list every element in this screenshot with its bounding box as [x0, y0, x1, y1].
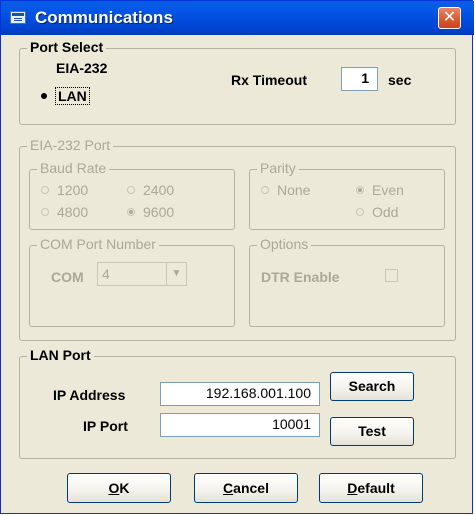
- radio-parity-even-indicator: [356, 186, 364, 194]
- radio-baud-1200-indicator: [41, 186, 49, 194]
- com-port-label: COM Port Number: [37, 236, 159, 252]
- radio-parity-odd[interactable]: Odd: [356, 204, 398, 220]
- cancel-button[interactable]: Cancel: [194, 473, 298, 503]
- radio-baud-9600-label: 9600: [143, 204, 175, 220]
- radio-lan[interactable]: LAN: [40, 87, 90, 105]
- app-icon: [10, 11, 26, 24]
- dtr-enable-checkbox[interactable]: [385, 269, 398, 282]
- radio-baud-4800[interactable]: 4800: [41, 204, 88, 220]
- default-button[interactable]: Default: [319, 473, 423, 503]
- baud-rate-label: Baud Rate: [37, 160, 110, 176]
- ip-port-label: IP Port: [83, 418, 128, 434]
- radio-eia232[interactable]: EIA-232: [40, 60, 107, 76]
- ok-button[interactable]: OK: [67, 473, 171, 503]
- radio-baud-1200-label: 1200: [57, 182, 89, 198]
- rx-timeout-unit: sec: [388, 72, 412, 88]
- radio-baud-1200[interactable]: 1200: [41, 182, 88, 198]
- ip-address-label: IP Address: [53, 387, 126, 403]
- radio-parity-odd-indicator: [356, 208, 364, 216]
- parity-label: Parity: [257, 160, 299, 176]
- dtr-enable-label: DTR Enable: [261, 269, 340, 285]
- title-bar[interactable]: Communications ✕: [1, 1, 474, 35]
- com-port-value: 4: [102, 266, 110, 282]
- com-prefix-label: COM: [51, 269, 84, 285]
- lan-port-label: LAN Port: [27, 347, 94, 363]
- eia232-port-group: EIA-232 Port Baud Rate 1200 2400 4800 96…: [19, 137, 456, 341]
- radio-baud-4800-label: 4800: [57, 204, 89, 220]
- radio-parity-odd-label: Odd: [372, 204, 399, 220]
- radio-baud-9600-indicator: [127, 208, 135, 216]
- ip-port-input[interactable]: 10001: [160, 413, 320, 437]
- port-select-label: Port Select: [27, 39, 107, 55]
- close-button[interactable]: ✕: [438, 7, 461, 29]
- radio-eia232-label: EIA-232: [56, 60, 108, 76]
- radio-parity-none[interactable]: None: [261, 182, 310, 198]
- com-port-select[interactable]: 4 ▼: [97, 262, 187, 286]
- options-group: Options DTR Enable: [249, 236, 445, 327]
- communications-dialog: Communications ✕ Port Select EIA-232 LAN…: [0, 0, 474, 514]
- baud-rate-group: Baud Rate 1200 2400 4800 9600: [29, 160, 235, 230]
- test-button[interactable]: Test: [330, 417, 414, 446]
- radio-parity-even[interactable]: Even: [356, 182, 404, 198]
- radio-baud-2400-indicator: [127, 186, 135, 194]
- com-port-group: COM Port Number COM 4 ▼: [29, 236, 235, 327]
- radio-baud-2400-label: 2400: [143, 182, 175, 198]
- radio-baud-2400[interactable]: 2400: [127, 182, 174, 198]
- radio-baud-9600[interactable]: 9600: [127, 204, 174, 220]
- radio-parity-none-indicator: [261, 186, 269, 194]
- ip-address-input[interactable]: 192.168.001.100: [160, 382, 320, 406]
- radio-lan-indicator: [40, 92, 48, 100]
- radio-baud-4800-indicator: [41, 208, 49, 216]
- chevron-down-icon: ▼: [166, 263, 186, 285]
- port-select-group: Port Select EIA-232 LAN Rx Timeout 1 sec: [19, 39, 456, 125]
- rx-timeout-label: Rx Timeout: [231, 72, 307, 88]
- window-title: Communications: [35, 8, 173, 27]
- radio-eia232-indicator: [40, 64, 48, 72]
- options-label: Options: [257, 236, 312, 252]
- parity-group: Parity None Even Odd: [249, 160, 445, 230]
- radio-lan-label: LAN: [55, 87, 90, 105]
- radio-parity-none-label: None: [277, 182, 311, 198]
- radio-parity-even-label: Even: [372, 182, 404, 198]
- rx-timeout-input[interactable]: 1: [341, 67, 378, 91]
- eia232-port-label: EIA-232 Port: [27, 137, 114, 153]
- search-button[interactable]: Search: [330, 372, 414, 401]
- close-icon: ✕: [442, 9, 457, 26]
- lan-port-group: LAN Port IP Address 192.168.001.100 IP P…: [19, 347, 456, 459]
